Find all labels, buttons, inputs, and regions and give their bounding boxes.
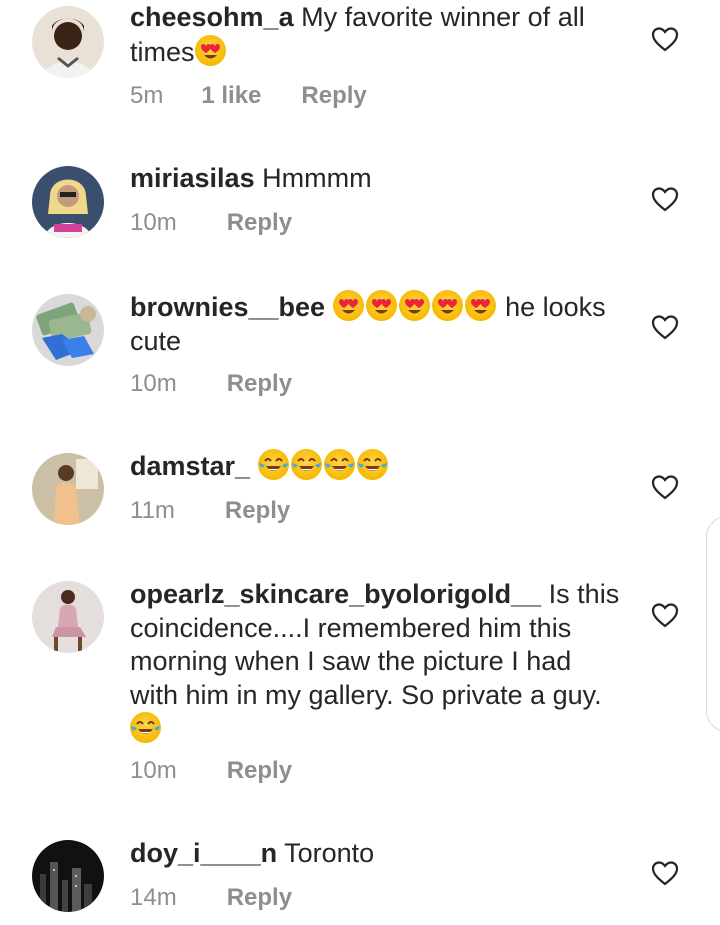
- comment-username[interactable]: damstar_: [130, 451, 250, 481]
- reply-button[interactable]: Reply: [225, 497, 290, 525]
- comment-username[interactable]: doy_i____n: [130, 838, 277, 868]
- comment-text: Hmmmm: [254, 163, 372, 193]
- comment-meta: 5m 1 like Reply: [130, 82, 367, 110]
- comment-meta: 10m Reply: [130, 370, 292, 398]
- heart-eyes-emoji: [464, 290, 496, 321]
- heart-eyes-emoji: [194, 34, 226, 66]
- heart-outline-icon[interactable]: [651, 860, 679, 886]
- heart-eyes-emoji: [398, 290, 430, 321]
- avatar[interactable]: [32, 453, 104, 525]
- comment-time: 10m: [130, 209, 177, 236]
- comment-body: cheesohm_a My favorite winner of all tim…: [130, 1, 620, 69]
- heart-outline-icon[interactable]: [651, 602, 679, 628]
- avatar[interactable]: [32, 6, 104, 78]
- reply-button[interactable]: Reply: [227, 370, 292, 398]
- avatar[interactable]: [32, 294, 104, 366]
- avatar[interactable]: [32, 840, 104, 912]
- comment-meta: 14m Reply: [130, 884, 292, 912]
- heart-outline-icon[interactable]: [651, 26, 679, 52]
- comment-time: 10m: [130, 370, 177, 397]
- comment-time: 10m: [130, 757, 177, 784]
- tears-of-joy-emoji: [130, 712, 161, 743]
- reply-button[interactable]: Reply: [227, 757, 292, 785]
- comment-username[interactable]: miriasilas: [130, 163, 255, 193]
- tears-of-joy-emoji: [356, 449, 388, 480]
- heart-outline-icon[interactable]: [651, 186, 679, 212]
- comment-body: miriasilas Hmmmm: [130, 162, 620, 196]
- comment-username[interactable]: opearlz_skincare_byolorigold__: [130, 579, 541, 609]
- avatar[interactable]: [32, 166, 104, 238]
- comment-text-prefix: [325, 292, 333, 322]
- reply-button[interactable]: Reply: [227, 209, 292, 237]
- comment-username[interactable]: brownies__bee: [130, 292, 325, 322]
- side-panel-edge[interactable]: [706, 516, 720, 732]
- comment-body: damstar_: [130, 449, 620, 484]
- heart-eyes-emoji: [431, 290, 463, 321]
- comment-body: opearlz_skincare_byolorigold__ Is this c…: [130, 578, 620, 747]
- comment-body: brownies__bee he looks cute: [130, 290, 620, 358]
- comment-likes[interactable]: 1 like: [201, 82, 261, 110]
- comment-time: 11m: [130, 497, 175, 524]
- comment-time: 14m: [130, 884, 177, 911]
- reply-button[interactable]: Reply: [227, 884, 292, 912]
- heart-outline-icon[interactable]: [651, 474, 679, 500]
- comment-meta: 10m Reply: [130, 757, 292, 785]
- comment-meta: 11m Reply: [130, 497, 290, 525]
- tears-of-joy-emoji: [290, 449, 322, 480]
- comment-username[interactable]: cheesohm_a: [130, 2, 294, 32]
- tears-of-joy-emoji: [257, 449, 289, 480]
- comment-meta: 10m Reply: [130, 209, 292, 237]
- heart-eyes-emoji: [332, 290, 364, 321]
- tears-of-joy-emoji: [323, 449, 355, 480]
- heart-eyes-emoji: [365, 290, 397, 321]
- comment-time: 5m: [130, 82, 164, 109]
- avatar[interactable]: [32, 581, 104, 653]
- heart-outline-icon[interactable]: [651, 314, 679, 340]
- comment-body: doy_i____n Toronto: [130, 837, 620, 871]
- reply-button[interactable]: Reply: [301, 82, 366, 110]
- comment-text: Toronto: [277, 838, 375, 868]
- comment-text: [250, 451, 258, 481]
